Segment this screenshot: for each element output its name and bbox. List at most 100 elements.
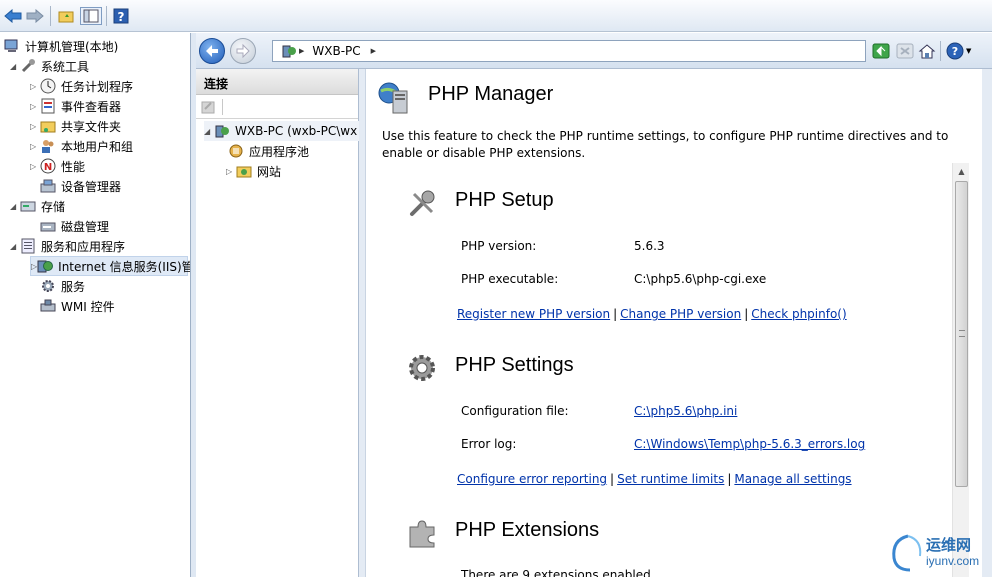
stop-icon[interactable] [896,42,914,60]
address-bar[interactable]: ▶ WXB-PC ▶ [272,40,866,62]
config-file-link[interactable]: C:\php5.6\php.ini [634,404,737,418]
breadcrumb-arrow-icon[interactable]: ▶ [371,47,376,55]
configure-error-reporting-link[interactable]: Configure error reporting [457,472,607,486]
watermark-logo: 运维网 iyunv.com [886,530,992,576]
up-folder-icon[interactable] [57,7,75,25]
watermark-cn-text: 运维网 [926,536,972,554]
watermark-swirl-icon [892,534,922,572]
disk-icon [40,218,56,234]
scrollbar-grip-icon [959,330,965,337]
expanded-arrow-icon[interactable]: ◢ [204,127,214,136]
tree-item-root[interactable]: 计算机管理(本地) [4,36,118,56]
config-file-label: Configuration file: [461,404,569,418]
gear-icon [406,352,438,387]
breadcrumb-arrow-icon[interactable]: ▶ [299,47,304,55]
change-php-version-link[interactable]: Change PHP version [620,307,741,321]
puzzle-icon [406,517,438,552]
tree-item-services-apps[interactable]: ◢ 服务和应用程序 [10,236,125,256]
event-viewer-icon [40,98,56,114]
tree-item-services[interactable]: 服务 [40,276,85,296]
extensions-summary: There are 9 extensions enabled [461,568,651,577]
expanded-arrow-icon[interactable]: ◢ [10,242,20,251]
refresh-icon[interactable] [872,42,890,60]
svg-text:?: ? [118,10,125,24]
php-setup-links: Register new PHP version | Change PHP vers… [457,307,847,321]
php-executable-value: C:\php5.6\php-cgi.exe [634,272,767,286]
services-apps-icon [20,238,36,254]
tree-item-system-tools[interactable]: ◢ 系统工具 [10,56,89,76]
tree-item-storage[interactable]: ◢ 存储 [10,196,65,216]
breadcrumb-server[interactable]: WXB-PC [312,44,360,58]
connections-pane: 连接 ◢ WXB-PC (wxb-PC\wx 应用程序池 ▷ 网站 [196,69,359,577]
sites-folder-icon [236,163,252,179]
collapsed-arrow-icon[interactable]: ▷ [226,167,236,176]
svg-text:?: ? [952,45,958,58]
scrollbar-thumb[interactable] [955,181,968,487]
home-icon[interactable] [918,42,936,60]
collapsed-arrow-icon[interactable]: ▷ [30,142,40,151]
conn-item-server[interactable]: ◢ WXB-PC (wxb-PC\wx [204,121,359,141]
php-settings-title: PHP Settings [455,354,574,376]
conn-item-app-pools[interactable]: 应用程序池 [228,141,309,161]
tools-icon [20,58,36,74]
manage-all-settings-link[interactable]: Manage all settings [734,472,851,486]
help-icon: ? [946,42,964,60]
tree-item-task-scheduler[interactable]: ▷ 任务计划程序 [30,76,133,96]
mmc-tree: 计算机管理(本地) ◢ 系统工具 ▷ 任务计划程序 ▷ 事件查看器 ▷ 共享文件… [0,33,191,577]
tree-item-wmi[interactable]: WMI 控件 [40,296,115,316]
tree-item-iis[interactable]: ▷ Internet 信息服务(IIS)管 [30,256,190,276]
server-icon [281,43,297,59]
collapsed-arrow-icon[interactable]: ▷ [30,162,40,171]
forward-button[interactable] [230,38,256,64]
device-manager-icon [40,178,56,194]
tree-item-event-viewer[interactable]: ▷ 事件查看器 [30,96,121,116]
vertical-scrollbar[interactable]: ▲ [952,163,969,577]
forward-icon[interactable] [26,7,44,25]
watermark-en-text: iyunv.com [926,554,980,568]
tree-item-device-manager[interactable]: 设备管理器 [40,176,121,196]
app-pool-icon [228,143,244,159]
php-executable-label: PHP executable: [461,272,559,286]
register-php-version-link[interactable]: Register new PHP version [457,307,610,321]
chevron-down-icon: ▼ [966,47,972,55]
connect-icon[interactable] [201,99,217,118]
performance-icon: N [40,158,56,174]
page-title: PHP Manager [428,83,554,105]
connections-header: 连接 [196,69,358,95]
php-version-value: 5.6.3 [634,239,665,253]
php-setup-title: PHP Setup [455,189,554,211]
collapsed-arrow-icon[interactable]: ▷ [30,102,40,111]
php-manager-content: PHP Manager Use this feature to check th… [365,69,982,577]
php-settings-links: Configure error reporting | Set runtime li… [457,472,852,486]
check-phpinfo-link[interactable]: Check phpinfo() [751,307,846,321]
server-icon [214,123,230,139]
scroll-up-arrow-icon[interactable]: ▲ [953,163,970,180]
error-log-label: Error log: [461,437,517,451]
users-icon [40,138,56,154]
tree-item-performance[interactable]: ▷ N 性能 [30,156,85,176]
expanded-arrow-icon[interactable]: ◢ [10,62,20,71]
tree-item-local-users[interactable]: ▷ 本地用户和组 [30,136,133,156]
help-icon[interactable]: ? [112,7,130,25]
page-description: Use this feature to check the PHP runtim… [382,129,949,160]
error-log-link[interactable]: C:\Windows\Temp\php-5.6.3_errors.log [634,437,865,451]
collapsed-arrow-icon[interactable]: ▷ [30,122,40,131]
php-extensions-title: PHP Extensions [455,519,600,541]
computer-management-icon [4,38,20,54]
help-dropdown[interactable]: ? ▼ [946,42,974,60]
set-runtime-limits-link[interactable]: Set runtime limits [617,472,724,486]
php-manager-icon [377,81,411,118]
back-icon[interactable] [4,7,22,25]
tree-item-disk-management[interactable]: 磁盘管理 [40,216,109,236]
tools-icon [406,188,438,223]
back-button[interactable] [199,38,225,64]
conn-item-sites[interactable]: ▷ 网站 [226,161,281,181]
collapsed-arrow-icon[interactable]: ▷ [30,82,40,91]
show-hide-tree-icon[interactable] [80,7,102,25]
tree-item-shared-folders[interactable]: ▷ 共享文件夹 [30,116,121,136]
expanded-arrow-icon[interactable]: ◢ [10,202,20,211]
connections-toolbar [196,95,358,119]
services-gear-icon [40,278,56,294]
iis-icon [37,258,54,274]
svg-text:N: N [44,162,52,173]
